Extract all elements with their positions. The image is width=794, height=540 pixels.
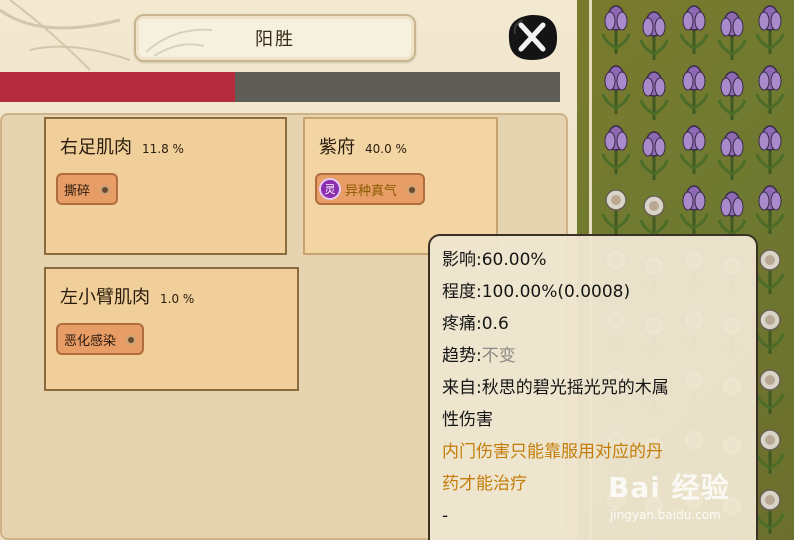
title-plate: 阳胜 (134, 14, 416, 62)
crocus-flower-icon (717, 131, 747, 180)
character-name-title: 阳胜 (255, 29, 295, 50)
crocus-flower-icon (755, 489, 785, 534)
crocus-flower-icon (755, 5, 785, 54)
injury-tag-label: 撕碎 (64, 183, 91, 199)
injury-card-right-foot-muscle[interactable]: 右足肌肉 11.8 % 撕碎 (44, 117, 287, 255)
injury-tag-tear[interactable]: 撕碎 (56, 173, 119, 205)
injury-tag-foreign-qi[interactable]: 灵 异种真气 (315, 173, 426, 205)
injury-percent: 1.0 % (160, 292, 195, 306)
crocus-flower-icon (679, 185, 709, 234)
injury-part-name: 紫府 (319, 137, 355, 158)
injury-tag-label: 恶化感染 (64, 333, 117, 349)
crocus-flower-icon (717, 11, 747, 60)
crocus-flower-icon (639, 11, 669, 60)
injury-percent: 11.8 % (142, 142, 184, 156)
crocus-flower-icon (755, 249, 785, 294)
injury-part-name: 右足肌肉 (60, 137, 132, 158)
tooltip-trend-label: 趋势: (442, 346, 482, 366)
crocus-flower-icon (755, 125, 785, 174)
crocus-flower-icon (755, 309, 785, 354)
tooltip-source-line1: 来自:秋思的碧光摇光咒的木属 (442, 378, 669, 398)
health-bar (0, 72, 560, 102)
crocus-flower-icon (679, 5, 709, 54)
crocus-flower-icon (639, 131, 669, 180)
crocus-flower-icon (755, 369, 785, 414)
injury-card-left-forearm-muscle[interactable]: 左小臂肌肉 1.0 % 恶化感染 (44, 267, 299, 391)
tag-nail-icon (126, 335, 137, 345)
crocus-flower-icon (679, 65, 709, 114)
tooltip-warning-line1: 内门伤害只能靠服用对应的丹 (442, 442, 663, 462)
crocus-flower-icon (601, 65, 631, 114)
crocus-flower-icon (755, 429, 785, 474)
tooltip-pain: 疼痛:0.6 (442, 314, 509, 334)
crocus-flower-icon (601, 125, 631, 174)
crocus-flower-icon (601, 5, 631, 54)
injury-tooltip: 影响:60.00% 程度:100.00%(0.0008) 疼痛:0.6 趋势:不… (428, 234, 758, 540)
tag-nail-icon (407, 185, 418, 195)
health-bar-fill (0, 72, 236, 102)
tooltip-source-line2: 性伤害 (442, 410, 493, 430)
tag-nail-icon (100, 185, 111, 195)
tooltip-warning-line2: 药才能治疗 (442, 474, 527, 494)
leaf-decoration (145, 28, 213, 57)
close-x-icon[interactable] (503, 10, 561, 64)
tooltip-footer: - (442, 506, 449, 526)
tooltip-trend-value: 不变 (481, 346, 516, 366)
crocus-flower-icon (755, 185, 785, 234)
injury-percent: 40.0 % (365, 142, 407, 156)
crocus-flower-icon (679, 125, 709, 174)
injury-tag-label: 异种真气 (345, 183, 398, 199)
ink-bamboo-decoration (0, 0, 131, 71)
tooltip-influence: 影响:60.00% (442, 250, 547, 270)
crocus-flower-icon (601, 189, 631, 234)
crocus-flower-icon (717, 71, 747, 120)
tooltip-trend: 趋势:不变 (442, 340, 744, 372)
injury-tag-worsening-infection[interactable]: 恶化感染 (56, 323, 145, 355)
injury-part-name: 左小臂肌肉 (60, 287, 150, 308)
spirit-badge-icon: 灵 (319, 178, 341, 200)
tooltip-degree: 程度:100.00%(0.0008) (442, 282, 631, 302)
crocus-flower-icon (755, 65, 785, 114)
crocus-flower-icon (639, 71, 669, 120)
